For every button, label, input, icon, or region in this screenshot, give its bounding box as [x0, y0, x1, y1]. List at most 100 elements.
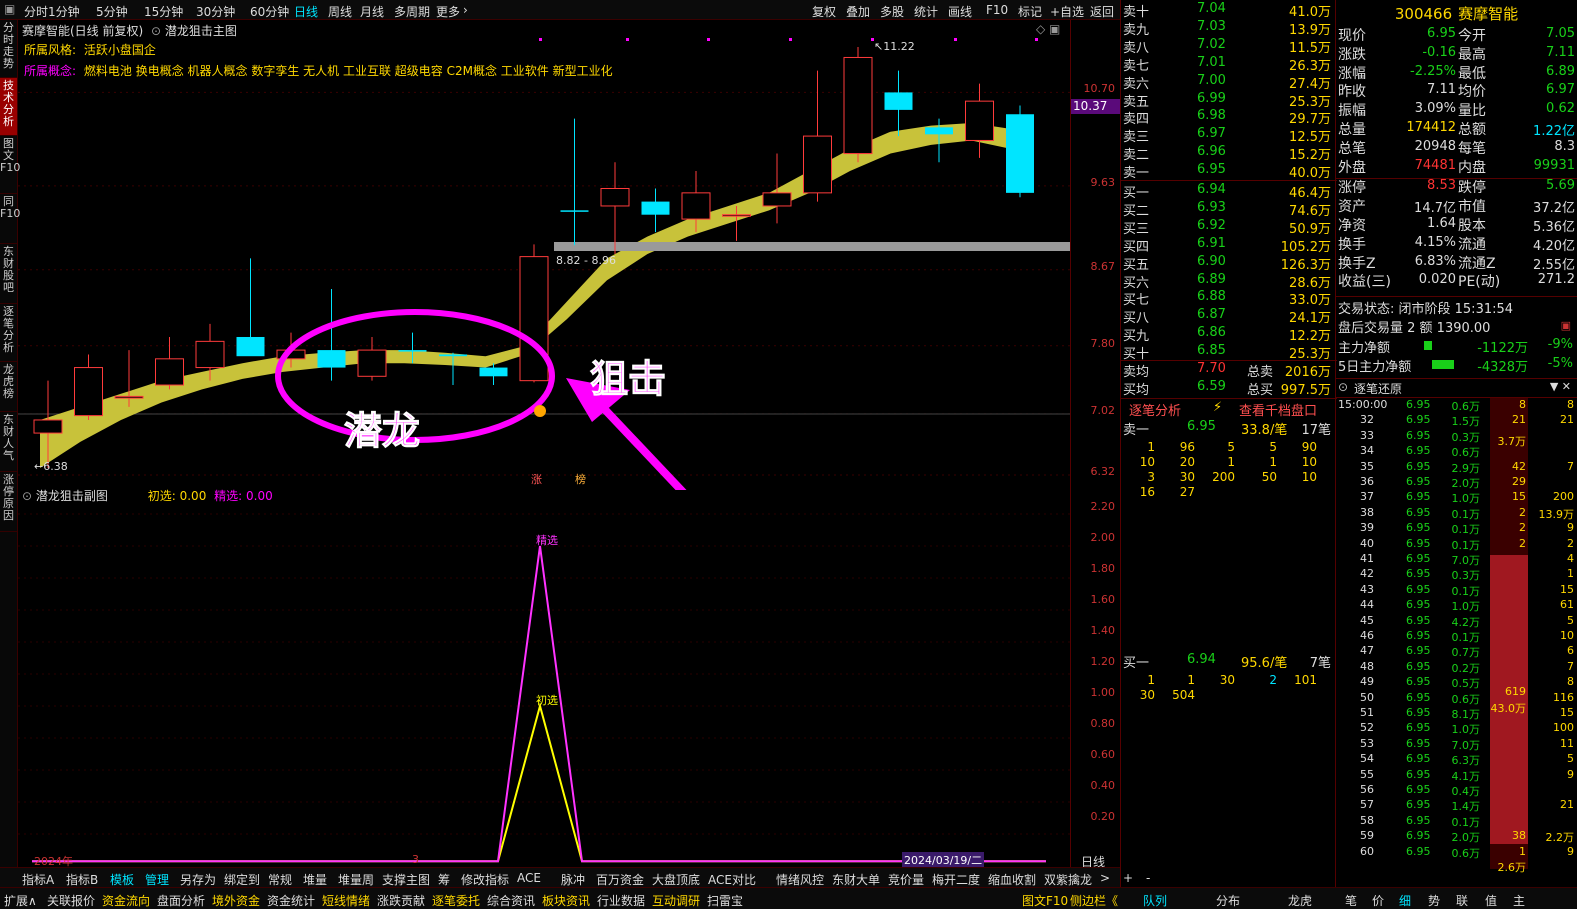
indicator-tab-2[interactable]: 模板: [110, 871, 134, 888]
tick-side-volume: 9: [1567, 521, 1574, 535]
toolbar-btn-4[interactable]: 画线: [948, 3, 972, 20]
buy-level-price: 6.91: [1197, 235, 1226, 251]
candle-20: [843, 46, 873, 163]
status-tab-0[interactable]: 扩展∧: [4, 892, 37, 909]
status-tab-12[interactable]: 互动调研: [652, 892, 700, 909]
period-tab-0[interactable]: 分时: [24, 3, 48, 20]
status-tab-1[interactable]: 关联报价: [47, 892, 95, 909]
indicator-tab-13[interactable]: 脉冲: [561, 871, 585, 888]
queue-cell: 96: [1179, 440, 1195, 454]
status-tab-6[interactable]: 短线情绪: [322, 892, 370, 909]
indicator-tab-5[interactable]: 绑定到: [224, 871, 260, 888]
panel-tab-5[interactable]: 细: [1399, 892, 1411, 909]
indicator-tab-17[interactable]: 情绪风控: [776, 871, 824, 888]
indicator-tab-18[interactable]: 东财大单: [832, 871, 880, 888]
indicator-tab-20[interactable]: 梅开二度: [932, 871, 980, 888]
filter-icon[interactable]: ▼ ✕: [1550, 380, 1571, 393]
toolbar-btn-8[interactable]: 返回: [1090, 3, 1114, 20]
window-menu-icon[interactable]: ▣: [4, 2, 15, 16]
sub-indicator-name[interactable]: 潜龙狙击副图: [36, 489, 108, 503]
chevron-right-icon[interactable]: ›: [463, 3, 468, 17]
indicator-tab-3[interactable]: 管理: [145, 871, 169, 888]
avg_buy-label: 买均: [1123, 383, 1150, 398]
collapse-icon[interactable]: ⊙: [1338, 380, 1348, 394]
indicator-tab-10[interactable]: 筹: [438, 871, 450, 888]
period-tab-6[interactable]: 日线: [294, 3, 318, 20]
panel-tab-2[interactable]: 龙虎: [1288, 892, 1312, 909]
period-tab-10[interactable]: 更多: [436, 3, 460, 20]
period-tab-9[interactable]: 多周期: [394, 3, 430, 20]
candle-15: [641, 188, 670, 233]
sidebar-tab-6[interactable]: 龙虎榜: [0, 362, 17, 412]
toolbar-btn-0[interactable]: 复权: [812, 3, 836, 20]
panel-tab-6[interactable]: 势: [1428, 892, 1440, 909]
panel-tab-3[interactable]: 笔: [1345, 892, 1357, 909]
indicator-tab-8[interactable]: 堆量周: [338, 871, 374, 888]
toolbar-btn-2[interactable]: 多股: [880, 3, 904, 20]
f10-link[interactable]: 图文F10: [1022, 892, 1068, 909]
tick-volume: 2.9万: [1451, 461, 1481, 475]
expand-icon[interactable]: ▣: [1561, 319, 1571, 332]
indicator-tab-6[interactable]: 常规: [268, 871, 292, 888]
period-tab-4[interactable]: 30分钟: [196, 3, 235, 20]
period-tab-1[interactable]: 1分钟: [48, 3, 80, 20]
indicator-tab-15[interactable]: 大盘顶底: [652, 871, 700, 888]
indicator-tab-22[interactable]: 双紫擒龙: [1044, 871, 1092, 888]
panel-tab-7[interactable]: 联: [1456, 892, 1468, 909]
status-tab-3[interactable]: 盘面分析: [157, 892, 205, 909]
status-tab-8[interactable]: 逐笔委托: [432, 892, 480, 909]
x-label-month: 3: [412, 853, 419, 866]
sidebar-tab-5[interactable]: 逐笔分析: [0, 304, 17, 362]
sidebar-toggle[interactable]: 侧边栏《: [1070, 892, 1118, 909]
panel-tab-0[interactable]: 队列: [1143, 892, 1167, 909]
queue-cell: 10: [1301, 455, 1317, 469]
period-tab-8[interactable]: 月线: [360, 3, 384, 20]
toolbar-btn-6[interactable]: 标记: [1018, 3, 1042, 20]
buy-level-row: 买十 6.85 25.3万: [1123, 343, 1335, 362]
indicator-tab-7[interactable]: 堆量: [303, 871, 327, 888]
indicator-tab-14[interactable]: 百万资金: [596, 871, 644, 888]
sidebar-tab-3[interactable]: 同F10: [0, 194, 20, 244]
status-tab-10[interactable]: 板块资讯: [542, 892, 590, 909]
sidebar-tab-7[interactable]: 东财人气: [0, 412, 17, 472]
panel-tab-9[interactable]: 主: [1513, 892, 1525, 909]
status-tab-4[interactable]: 境外资金: [212, 892, 260, 909]
panel-tab-1[interactable]: 分布: [1216, 892, 1240, 909]
indicator-tab-11[interactable]: 修改指标: [461, 871, 509, 888]
panel-tab-4[interactable]: 价: [1372, 892, 1384, 909]
indicator-tab-23[interactable]: >: [1100, 871, 1110, 885]
indicator-tab-0[interactable]: 指标A: [22, 871, 54, 888]
toolbar-btn-1[interactable]: 叠加: [846, 3, 870, 20]
sidebar-tab-0[interactable]: 分时走势: [0, 20, 17, 78]
tick-analysis-tab[interactable]: 逐笔分析: [1129, 400, 1181, 419]
indicator-tab-19[interactable]: 竞价量: [888, 871, 924, 888]
indicator-tab-4[interactable]: 另存为: [180, 871, 216, 888]
sidebar-tab-8[interactable]: 涨停原因: [0, 472, 17, 532]
status-tab-11[interactable]: 行业数据: [597, 892, 645, 909]
indicator-tab-12[interactable]: ACE: [517, 871, 541, 885]
status-tab-9[interactable]: 综合资讯: [487, 892, 535, 909]
depth-view-tab[interactable]: 查看千档盘口: [1239, 400, 1317, 419]
sidebar-tab-4[interactable]: 东财股吧: [0, 244, 17, 304]
indicator-tab-21[interactable]: 缩血收割: [988, 871, 1036, 888]
status-tab-5[interactable]: 资金统计: [267, 892, 315, 909]
status-tab-13[interactable]: 扫雷宝: [707, 892, 743, 909]
status-tab-2[interactable]: 资金流向: [102, 892, 150, 909]
indicator-tab-1[interactable]: 指标B: [66, 871, 98, 888]
panel-tab-8[interactable]: 值: [1485, 892, 1497, 909]
period-tab-5[interactable]: 60分钟: [250, 3, 289, 20]
status-tab-7[interactable]: 涨跌贡献: [377, 892, 425, 909]
gear-icon[interactable]: ⊙: [22, 489, 32, 503]
indicator-tab-16[interactable]: ACE对比: [708, 871, 756, 888]
sidebar-tab-1[interactable]: 技术分析: [0, 78, 17, 136]
toolbar-btn-3[interactable]: 统计: [914, 3, 938, 20]
period-tab-2[interactable]: 5分钟: [96, 3, 128, 20]
divider: [1121, 398, 1337, 399]
toolbar-btn-7[interactable]: +自选: [1050, 3, 1084, 20]
sidebar-tab-2[interactable]: 图文F10: [0, 136, 20, 194]
indicator-tab-9[interactable]: 支撑主图: [382, 871, 430, 888]
toolbar-btn-5[interactable]: F10: [986, 3, 1008, 17]
tick-volume: 6.3万: [1451, 754, 1481, 768]
period-tab-7[interactable]: 周线: [328, 3, 352, 20]
period-tab-3[interactable]: 15分钟: [144, 3, 183, 20]
